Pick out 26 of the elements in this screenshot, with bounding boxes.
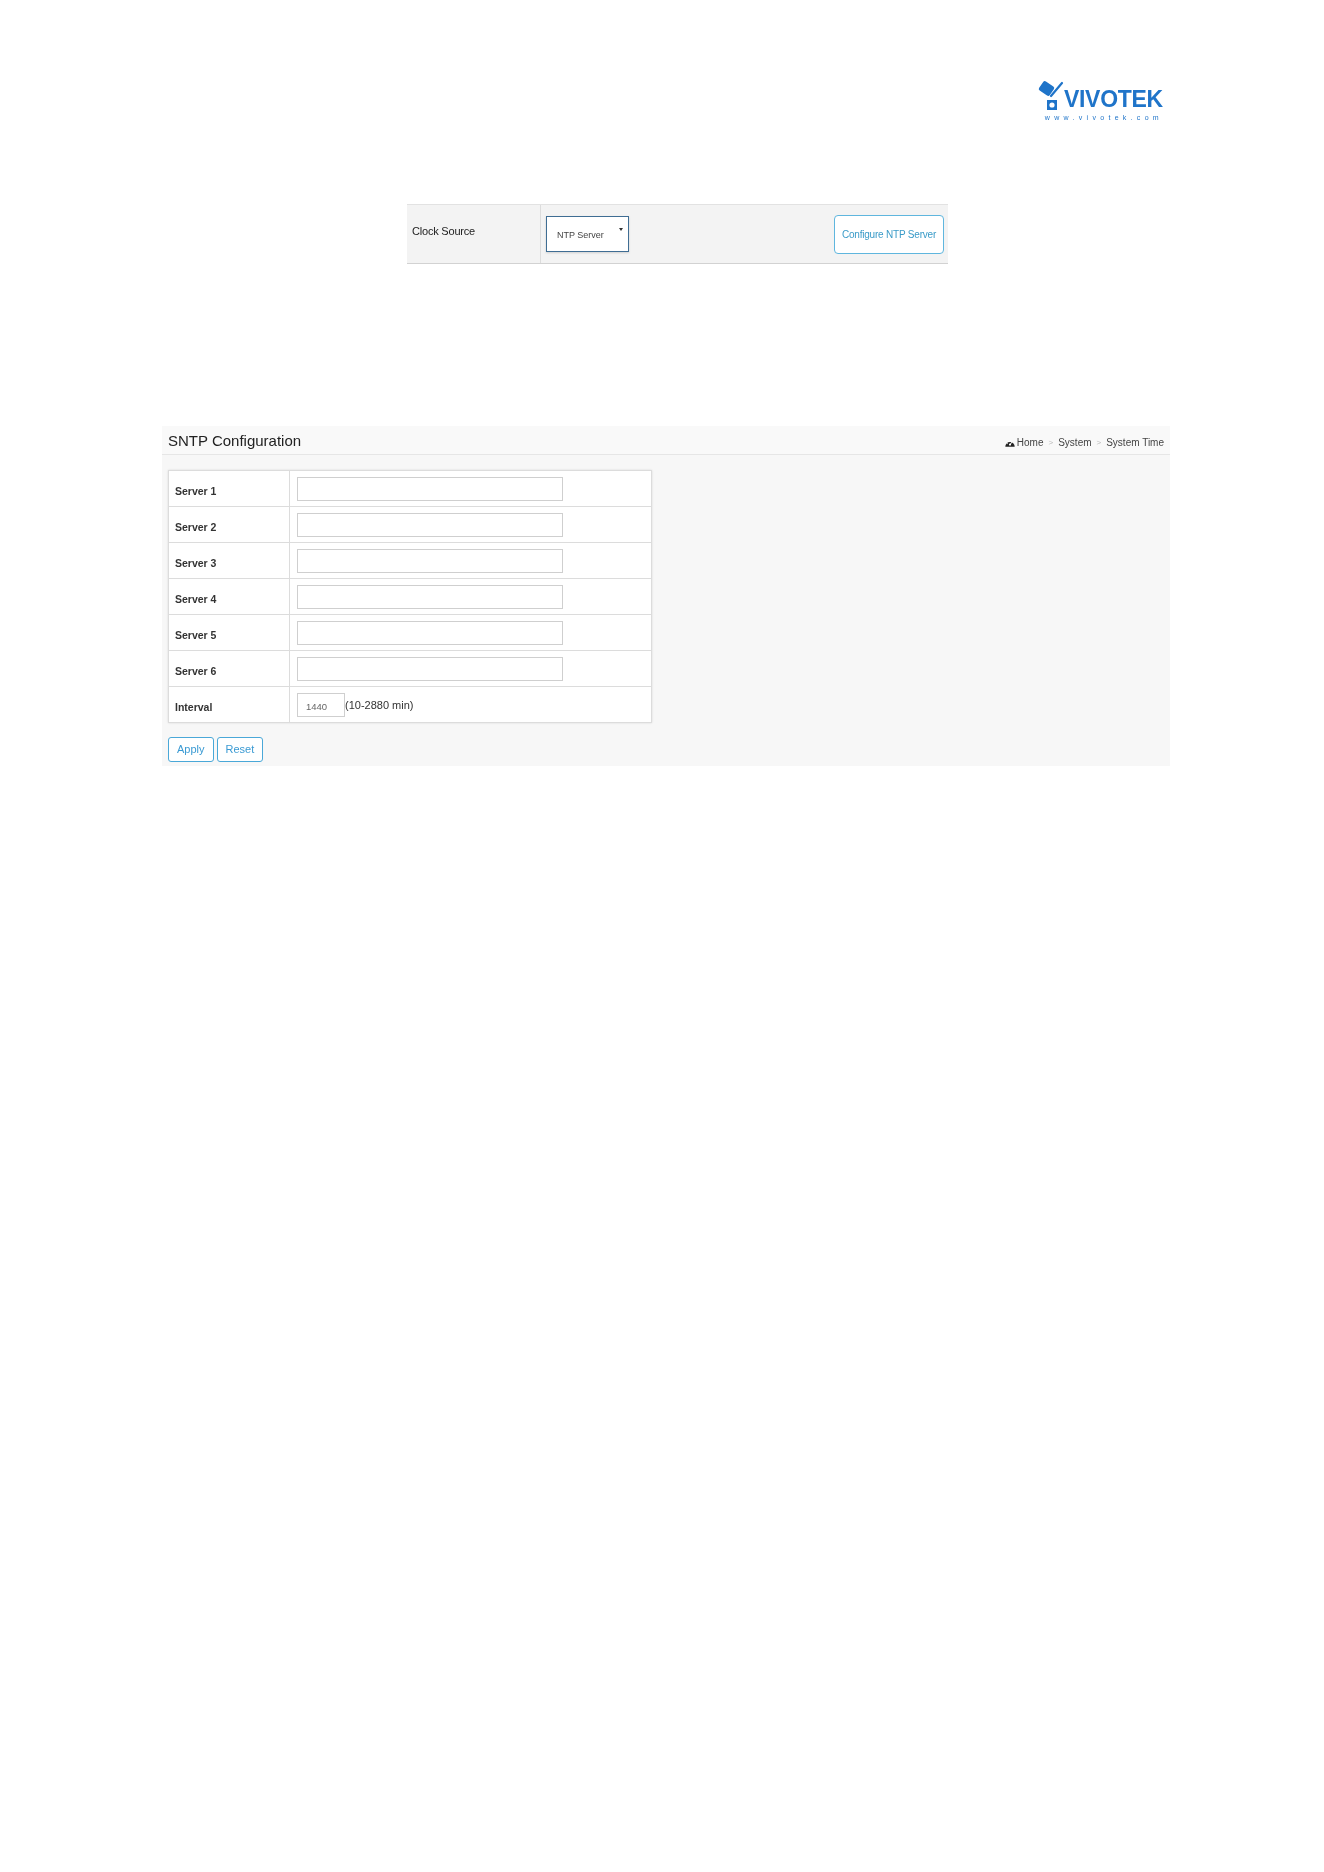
server-label: Server 5 bbox=[175, 629, 217, 641]
server-label: Server 6 bbox=[175, 665, 217, 677]
server-input[interactable] bbox=[297, 549, 563, 573]
caret-icon bbox=[619, 228, 623, 231]
server-input[interactable] bbox=[297, 621, 563, 645]
clock-source-label: Clock Source bbox=[412, 225, 475, 237]
breadcrumb-separator: > bbox=[1048, 438, 1054, 447]
server-label: Server 2 bbox=[175, 521, 217, 533]
server-label: Server 3 bbox=[175, 557, 217, 569]
interval-label: Interval bbox=[175, 701, 213, 713]
server-input[interactable] bbox=[297, 657, 563, 681]
server-input[interactable] bbox=[297, 477, 563, 501]
server-label: Server 4 bbox=[175, 593, 217, 605]
logo-wordmark: VIVOTEK bbox=[1063, 88, 1163, 111]
server-input[interactable] bbox=[297, 585, 563, 609]
server-label: Server 1 bbox=[175, 485, 217, 497]
breadcrumb-link[interactable]: Home bbox=[1016, 437, 1044, 448]
clock-source-select[interactable]: NTP Server bbox=[546, 215, 629, 252]
page-title: SNTP Configuration bbox=[168, 432, 302, 448]
range-hint: (10-2880 min) bbox=[345, 699, 414, 711]
server-input[interactable] bbox=[297, 513, 563, 537]
breadcrumb-link[interactable]: System bbox=[1058, 437, 1092, 448]
breadcrumb-separator: > bbox=[1096, 438, 1102, 447]
camera-logo-icon bbox=[1037, 80, 1066, 111]
interval-input[interactable]: 1440 bbox=[297, 693, 345, 717]
breadcrumb-link[interactable]: System Time bbox=[1106, 437, 1164, 448]
